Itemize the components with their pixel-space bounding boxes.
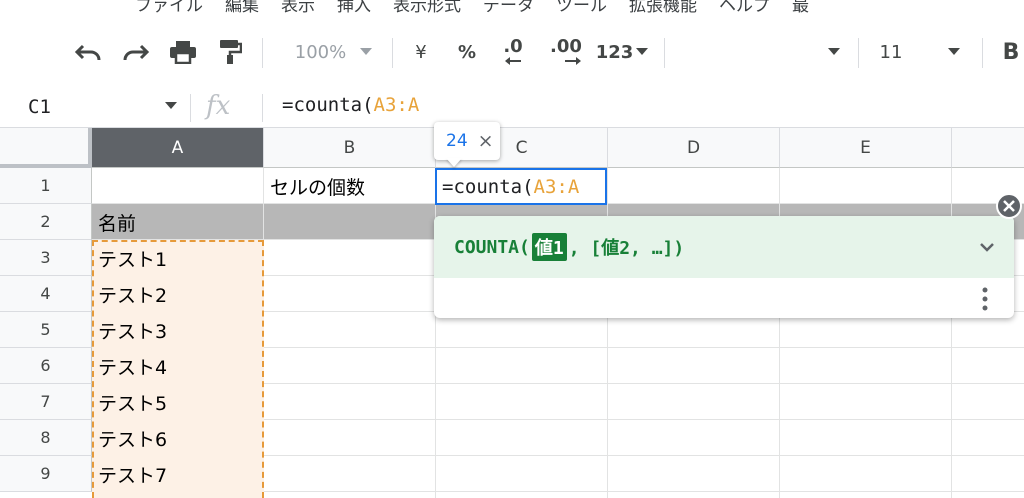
- toolbar: 100% ¥ % .0 .00 123 11 B: [0, 18, 1024, 86]
- decrease-decimal-label: .0: [503, 36, 523, 57]
- chevron-down-icon: [636, 48, 649, 55]
- number-format-label: 123: [595, 41, 634, 63]
- row-header-9[interactable]: 9: [0, 456, 92, 492]
- select-all-corner[interactable]: [0, 128, 92, 168]
- formula-result-tooltip: 24 ×: [434, 122, 500, 160]
- column-header-b[interactable]: B: [264, 128, 436, 168]
- row-header-8[interactable]: 8: [0, 420, 92, 456]
- function-name: COUNTA(: [454, 236, 530, 258]
- cell-b1[interactable]: セルの個数: [264, 168, 365, 204]
- menu-view[interactable]: 表示: [281, 0, 315, 16]
- font-size-select[interactable]: 11: [868, 32, 972, 72]
- function-args-rest: , [値2, …]): [568, 238, 685, 259]
- cell-a6[interactable]: テスト4: [92, 348, 167, 384]
- cell-a3[interactable]: テスト1: [92, 240, 167, 276]
- formula-input[interactable]: =counta(A3:A: [282, 94, 419, 116]
- menu-tools[interactable]: ツール: [556, 0, 607, 16]
- percent-format-button[interactable]: %: [452, 32, 482, 72]
- chevron-down-icon: [360, 48, 373, 55]
- bold-button[interactable]: B: [998, 32, 1024, 72]
- cell-a4[interactable]: テスト2: [92, 276, 167, 312]
- decrease-decimal-button[interactable]: .0: [494, 32, 532, 72]
- menu-last[interactable]: 最: [792, 0, 809, 16]
- tooltip-pointer: [446, 158, 462, 167]
- function-help-popup: COUNTA(値1, [値2, …]): [434, 216, 1014, 318]
- menu-file[interactable]: ファイル: [135, 0, 203, 16]
- redo-button[interactable]: [118, 32, 154, 72]
- cell-a2[interactable]: 名前: [92, 204, 136, 240]
- increase-decimal-label: .00: [550, 36, 582, 57]
- active-cell-range-ref: A3:A: [533, 175, 580, 198]
- formula-prefix: =counta(: [282, 94, 374, 116]
- row-header-5[interactable]: 5: [0, 312, 92, 348]
- paint-format-icon: [220, 40, 242, 64]
- cell-a8[interactable]: テスト6: [92, 420, 167, 456]
- chevron-down-icon: [948, 48, 961, 55]
- menu-format[interactable]: 表示形式: [393, 0, 461, 16]
- currency-format-button[interactable]: ¥: [406, 32, 436, 72]
- column-header-d[interactable]: D: [608, 128, 780, 168]
- zoom-value: 100%: [294, 41, 347, 63]
- undo-button[interactable]: [70, 32, 106, 72]
- fx-icon: fx: [206, 91, 231, 121]
- column-header-e[interactable]: E: [780, 128, 952, 168]
- function-arg-current: 値1: [531, 233, 567, 261]
- menu-bar: ファイル 編集 表示 挿入 表示形式 データ ツール 拡張機能 ヘルプ 最: [0, 0, 1024, 18]
- undo-icon: [74, 44, 101, 61]
- cell-a7[interactable]: テスト5: [92, 384, 167, 420]
- redo-icon: [123, 44, 150, 61]
- menu-insert[interactable]: 挿入: [337, 0, 371, 16]
- chevron-down-icon: [828, 48, 840, 55]
- paint-format-button[interactable]: [212, 32, 248, 72]
- active-cell-prefix: =counta(: [442, 175, 534, 198]
- menu-help[interactable]: ヘルプ: [719, 0, 770, 16]
- increase-decimal-button[interactable]: .00: [544, 32, 588, 72]
- chevron-down-icon[interactable]: [976, 236, 998, 258]
- function-signature[interactable]: COUNTA(値1, [値2, …]): [434, 216, 1014, 278]
- formula-range-ref: A3:A: [373, 94, 420, 116]
- formula-result-value: 24: [446, 131, 468, 151]
- arrow-right-icon: [565, 57, 581, 65]
- row-header-6[interactable]: 6: [0, 348, 92, 384]
- column-header-a[interactable]: A: [92, 128, 264, 168]
- column-header-f[interactable]: [952, 128, 1024, 168]
- menu-data[interactable]: データ: [483, 0, 534, 16]
- close-icon[interactable]: ×: [478, 131, 494, 151]
- more-vert-icon[interactable]: [978, 286, 992, 312]
- cell-a5[interactable]: テスト3: [92, 312, 167, 348]
- row-header-4[interactable]: 4: [0, 276, 92, 312]
- close-icon: [1003, 200, 1015, 212]
- cell-a9[interactable]: テスト7: [92, 456, 167, 492]
- font-size-value: 11: [879, 41, 903, 63]
- close-help-button[interactable]: [996, 193, 1022, 219]
- font-family-select[interactable]: [668, 32, 844, 72]
- row-header-1[interactable]: 1: [0, 168, 92, 204]
- print-button[interactable]: [165, 32, 201, 72]
- chevron-down-icon[interactable]: [165, 102, 177, 110]
- menu-extensions[interactable]: 拡張機能: [629, 0, 697, 16]
- active-cell-c1[interactable]: =counta(A3:A: [435, 168, 607, 205]
- row-header-3[interactable]: 3: [0, 240, 92, 276]
- row-header-2[interactable]: 2: [0, 204, 92, 240]
- formula-bar: C1 fx =counta(A3:A: [0, 86, 1024, 128]
- print-icon: [170, 41, 196, 64]
- name-box-value: C1: [28, 96, 51, 118]
- name-box[interactable]: C1: [0, 86, 190, 128]
- row-header-7[interactable]: 7: [0, 384, 92, 420]
- number-format-select[interactable]: 123: [594, 32, 650, 72]
- menu-edit[interactable]: 編集: [225, 0, 259, 16]
- zoom-select[interactable]: 100%: [286, 32, 381, 72]
- arrow-left-icon: [505, 57, 521, 65]
